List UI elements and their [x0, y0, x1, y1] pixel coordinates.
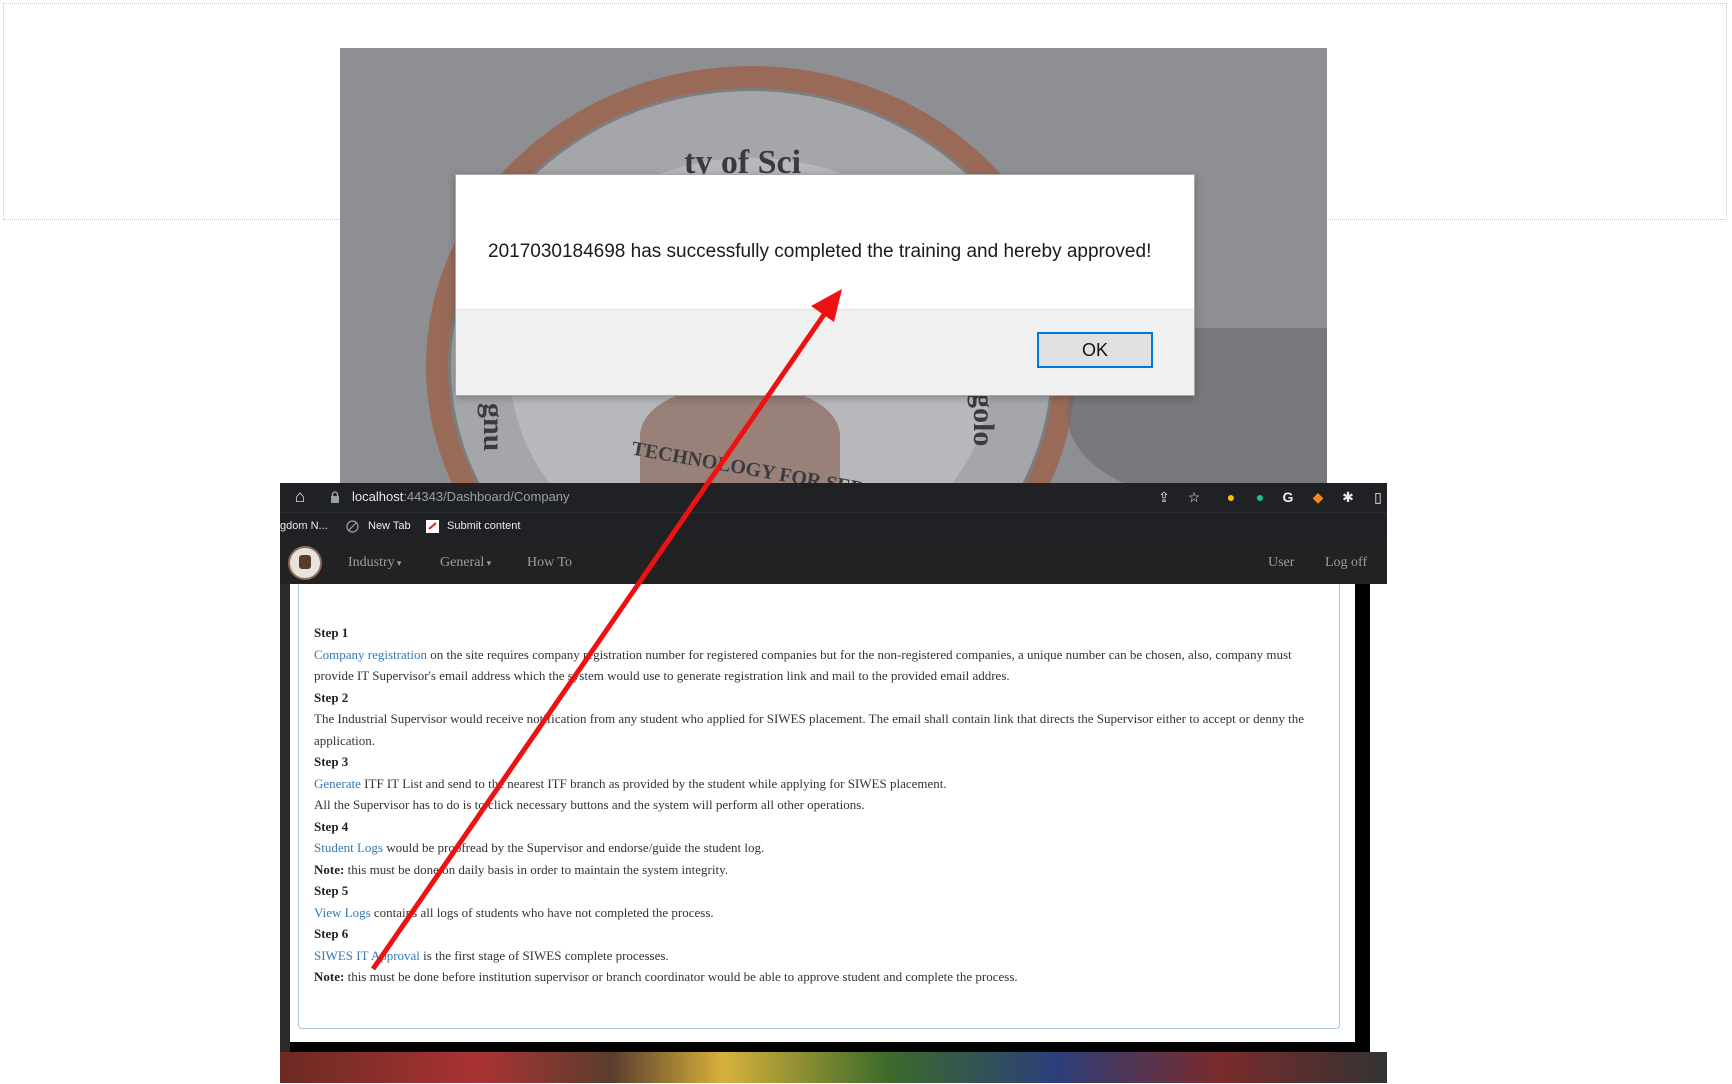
step-text: Generate ITF IT List and send to the nea… [314, 773, 1324, 795]
step-title: Step 3 [314, 754, 349, 769]
how-to-steps: Step 1 Company registration on the site … [314, 622, 1324, 988]
dialog-message: 2017030184698 has successfully completed… [488, 241, 1152, 262]
page-left-edge [280, 584, 290, 1064]
nav-industry[interactable]: Industry ▾ [348, 555, 401, 571]
address-bar: ⌂ localhost:44343/Dashboard/Company ⇪ ☆ … [280, 483, 1387, 512]
extensions-puzzle-icon[interactable]: ✱ [1340, 489, 1356, 505]
step-title: Step 4 [314, 818, 349, 834]
metamask-icon[interactable]: ◆ [1310, 489, 1326, 505]
url-text[interactable]: localhost:44343/Dashboard/Company [352, 489, 570, 504]
caret-down-icon: ▾ [484, 558, 492, 568]
nav-general[interactable]: General ▾ [440, 555, 491, 571]
nav-log-off[interactable]: Log off [1325, 555, 1367, 571]
note-text: this must be done on daily basis in orde… [344, 861, 729, 877]
dialog-footer: OK [456, 309, 1194, 395]
extension-coin-icon[interactable]: ● [1223, 489, 1239, 505]
seal-text-right: golo [967, 393, 1000, 447]
step-description: on the site requires company registratio… [314, 646, 1292, 684]
google-icon[interactable]: G [1280, 489, 1296, 505]
view-logs-link[interactable]: View Logs [314, 905, 371, 920]
step-note: Note: this must be done on daily basis i… [314, 859, 1324, 881]
site-navbar: Industry ▾ General ▾ How To User Log off [280, 541, 1387, 585]
company-registration-link[interactable]: Company registration [314, 647, 427, 662]
note-text: this must be done before institution sup… [344, 969, 1018, 984]
step-description: ITF IT List and send to the nearest ITF … [360, 775, 947, 791]
globe-icon [346, 520, 359, 533]
seal-text-left: gnu [477, 403, 510, 452]
page-shadow [1355, 584, 1370, 1054]
nav-how-to[interactable]: How To [527, 555, 572, 571]
step-text: Company registration on the site require… [314, 644, 1324, 687]
home-icon[interactable]: ⌂ [291, 487, 309, 506]
background-photo-strip [280, 1052, 1387, 1083]
submit-content-icon [426, 520, 439, 533]
note-label: Note: [314, 969, 345, 984]
step-text: SIWES IT Approval is the first stage of … [314, 945, 1324, 967]
step-description: is the first stage of SIWES complete pro… [419, 947, 669, 963]
bookmark-new-tab[interactable]: New Tab [368, 520, 411, 532]
student-logs-link[interactable]: Student Logs [314, 840, 383, 855]
share-icon[interactable]: ⇪ [1156, 489, 1172, 505]
page-area: Step 1 Company registration on the site … [280, 584, 1387, 1083]
bookmark-item[interactable]: gdom N... [280, 520, 328, 532]
url-path: :44343/Dashboard/Company [403, 489, 570, 504]
lock-icon [331, 491, 339, 503]
generate-link[interactable]: Generate [314, 776, 361, 791]
caret-down-icon: ▾ [394, 558, 402, 568]
grammarly-icon[interactable]: ● [1252, 489, 1268, 505]
alert-dialog: 2017030184698 has successfully completed… [455, 174, 1195, 396]
url-host: localhost [352, 489, 404, 504]
step-note: Note: this must be done before instituti… [314, 966, 1324, 988]
step-title: Step 2 [314, 689, 349, 705]
nav-general-label: General [440, 555, 485, 570]
bookmarks-bar: gdom N... New Tab Submit content [280, 512, 1387, 542]
step-title: Step 1 [314, 625, 349, 640]
sidebar-icon[interactable]: ▯ [1370, 489, 1386, 505]
note-label: Note: [314, 861, 345, 877]
site-logo[interactable] [288, 546, 322, 580]
step-description: The Industrial Supervisor would receive … [314, 711, 1305, 748]
step-text: Student Logs would be proofread by the S… [314, 837, 1324, 859]
step-description: would be proofread by the Supervisor and… [382, 840, 765, 855]
star-icon[interactable]: ☆ [1186, 489, 1202, 505]
step-description: contains all logs of students who have n… [370, 904, 714, 920]
step-text: View Logs contains all logs of students … [314, 902, 1324, 924]
ok-button[interactable]: OK [1037, 332, 1153, 368]
step-title: Step 5 [314, 883, 349, 898]
step-description: All the Supervisor has to do is to click… [314, 797, 865, 812]
nav-industry-label: Industry [348, 555, 395, 570]
nav-user[interactable]: User [1268, 555, 1294, 571]
bookmark-submit-content[interactable]: Submit content [447, 520, 520, 532]
siwes-it-approval-link[interactable]: SIWES IT Approval [314, 948, 420, 963]
step-title: Step 6 [314, 926, 349, 941]
browser-screenshot: ⌂ localhost:44343/Dashboard/Company ⇪ ☆ … [280, 483, 1387, 1083]
how-to-card: Step 1 Company registration on the site … [298, 584, 1340, 1029]
